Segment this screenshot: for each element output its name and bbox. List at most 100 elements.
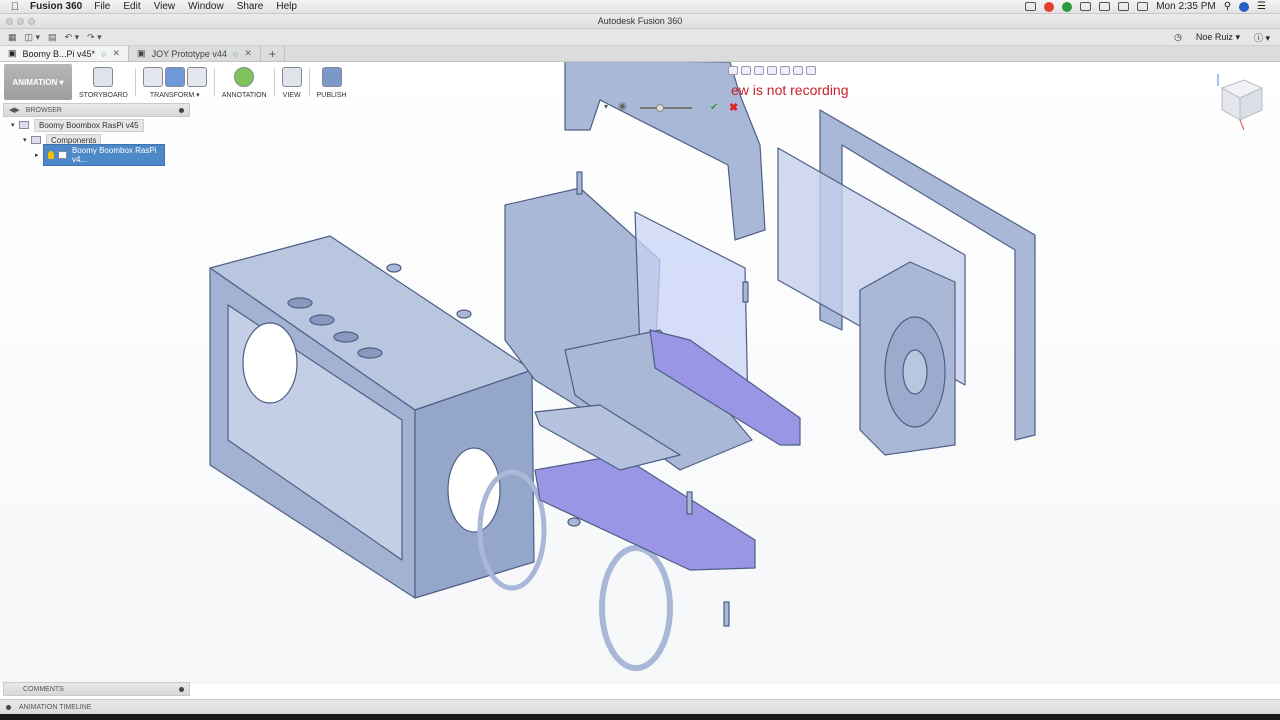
viewport-canvas[interactable] bbox=[0, 62, 1280, 684]
slider-knob[interactable] bbox=[656, 104, 664, 112]
battery-icon[interactable] bbox=[1137, 2, 1149, 11]
tree-root-node[interactable]: ▾ Boomy Boombox RasPi v45 bbox=[3, 118, 190, 132]
close-tab-icon[interactable]: ✕ bbox=[113, 48, 121, 59]
screen-record-icon[interactable] bbox=[1025, 2, 1037, 11]
display-settings-icon[interactable] bbox=[793, 66, 803, 75]
window-title: Autodesk Fusion 360 bbox=[597, 16, 683, 26]
enclosure-hole-side bbox=[447, 447, 501, 533]
notification-center-icon[interactable]: ☰ bbox=[1257, 1, 1266, 12]
assembly-icon bbox=[19, 121, 29, 129]
orbit-icon[interactable] bbox=[728, 66, 738, 75]
menu-window[interactable]: Window bbox=[188, 1, 224, 12]
apple-icon[interactable]:  bbox=[0, 1, 30, 13]
doc-icon: ▣ bbox=[137, 48, 146, 58]
help-icon[interactable]: ⓘ ▾ bbox=[1254, 31, 1270, 44]
close-tab-icon[interactable]: ✕ bbox=[244, 48, 252, 59]
browser-title: BROWSER bbox=[25, 106, 62, 114]
transform-button[interactable]: TRANSFORM ▾ bbox=[138, 64, 212, 100]
publish-label: PUBLISH bbox=[316, 92, 347, 99]
sync-icon: ○ bbox=[232, 48, 239, 59]
view-recording-control: ▾ ◉ ✔ ✖ bbox=[600, 101, 745, 115]
menubar-clock[interactable]: Mon 2:35 PM bbox=[1156, 1, 1215, 12]
comments-title: COMMENTS bbox=[23, 685, 64, 693]
tree-selected-node[interactable]: ▸ Boomy Boombox RasPi v4... bbox=[3, 144, 190, 166]
storyboard-label: STORYBOARD bbox=[79, 92, 128, 99]
comments-panel: COMMENTS bbox=[3, 682, 190, 696]
doc-tab-label: JOY Prototype v44 bbox=[151, 48, 227, 59]
spotlight-icon[interactable]: ⚲ bbox=[1224, 1, 1231, 12]
pan-icon[interactable] bbox=[754, 66, 764, 75]
menu-share[interactable]: Share bbox=[237, 1, 264, 12]
enclosure-slot-4 bbox=[357, 347, 383, 359]
visibility-bulb-icon[interactable] bbox=[48, 151, 55, 159]
exploded-assembly-model[interactable] bbox=[0, 62, 1280, 684]
storyboard-button[interactable]: STORYBOARD bbox=[74, 64, 133, 100]
sync-icon: ○ bbox=[101, 48, 107, 59]
dropdown-arrow-icon[interactable]: ▾ bbox=[604, 102, 608, 111]
dropbox-icon[interactable] bbox=[1062, 1, 1073, 12]
cancel-x-icon[interactable]: ✖ bbox=[729, 101, 738, 114]
expand-triangle-icon[interactable]: ▸ bbox=[35, 151, 43, 159]
collapse-panel-icon[interactable]: ◀▶ bbox=[9, 106, 20, 114]
camera-icon[interactable]: ◉ bbox=[618, 101, 627, 112]
browser-header[interactable]: ◀▶ BROWSER bbox=[3, 103, 190, 117]
view-cube[interactable] bbox=[1214, 72, 1266, 132]
doc-tab-label: Boomy B...Pi v45* bbox=[22, 48, 96, 59]
menu-file[interactable]: File bbox=[94, 1, 110, 12]
file-menu-icon[interactable]: ◫ ▾ bbox=[25, 32, 41, 43]
workspace-label: ANIMATION bbox=[12, 77, 58, 87]
menu-view[interactable]: View bbox=[154, 1, 176, 12]
folder-icon bbox=[31, 136, 41, 144]
save-icon[interactable]: ▤ bbox=[48, 32, 57, 43]
plus-icon: + bbox=[268, 46, 276, 61]
doc-tab-joy[interactable]: ▣ JOY Prototype v44 ○ ✕ bbox=[129, 46, 261, 61]
data-panel-grid-icon[interactable]: ▦ bbox=[8, 32, 17, 43]
publish-button[interactable]: PUBLISH bbox=[312, 64, 352, 100]
undo-icon[interactable]: ↶ ▾ bbox=[65, 32, 80, 43]
expand-triangle-icon[interactable]: ▾ bbox=[11, 121, 19, 129]
toolbar-divider bbox=[134, 68, 136, 96]
publish-video-icon bbox=[321, 67, 342, 87]
menu-help[interactable]: Help bbox=[276, 1, 297, 12]
look-at-icon[interactable] bbox=[741, 66, 751, 75]
view-label: VIEW bbox=[282, 92, 301, 99]
zoom-icon[interactable] bbox=[767, 66, 777, 75]
pin-icon[interactable] bbox=[179, 686, 184, 692]
slider-track[interactable] bbox=[640, 107, 692, 109]
annotation-button[interactable]: ANNOTATION bbox=[217, 64, 272, 100]
annotation-label: ANNOTATION bbox=[221, 92, 267, 99]
wifi-icon[interactable] bbox=[1099, 2, 1111, 11]
fit-icon[interactable] bbox=[780, 66, 790, 75]
navigation-toolbar bbox=[728, 64, 816, 77]
recording-status-message: ew is not recording bbox=[731, 82, 849, 98]
time-machine-icon[interactable] bbox=[1080, 2, 1092, 11]
window-controls[interactable] bbox=[6, 18, 35, 25]
nut-3 bbox=[567, 517, 581, 527]
airplay-icon[interactable] bbox=[1118, 2, 1130, 11]
user-account-menu[interactable]: Noe Ruiz ▾ bbox=[1196, 32, 1240, 43]
toolbar-divider bbox=[273, 68, 275, 96]
timeline-pin-icon[interactable] bbox=[6, 704, 11, 710]
siri-icon[interactable] bbox=[1239, 1, 1250, 12]
expand-triangle-icon[interactable]: ▾ bbox=[23, 136, 31, 144]
job-status-icon[interactable]: ◷ bbox=[1174, 32, 1182, 43]
component-icon bbox=[58, 151, 67, 159]
redo-icon[interactable]: ↷ ▾ bbox=[87, 32, 102, 43]
new-tab-button[interactable]: + bbox=[261, 46, 285, 61]
doc-tab-boomy[interactable]: ▣ Boomy B...Pi v45* ○ ✕ bbox=[0, 46, 130, 61]
ok-check-icon[interactable]: ✔ bbox=[710, 102, 718, 113]
creative-cloud-icon[interactable] bbox=[1044, 1, 1055, 12]
mac-menubar:  Fusion 360 File Edit View Window Share… bbox=[0, 0, 1280, 14]
menu-app-name[interactable]: Fusion 360 bbox=[30, 1, 82, 12]
speaker-ring-right[interactable] bbox=[599, 545, 673, 671]
pin-icon[interactable] bbox=[179, 107, 184, 113]
menu-edit[interactable]: Edit bbox=[123, 1, 140, 12]
comments-header[interactable]: COMMENTS bbox=[3, 682, 190, 696]
timeline-title: ANIMATION TIMELINE bbox=[19, 703, 92, 711]
window-titlebar: Autodesk Fusion 360 bbox=[0, 14, 1280, 29]
view-button[interactable]: VIEW bbox=[277, 64, 307, 100]
animation-timeline-bar[interactable]: ANIMATION TIMELINE bbox=[0, 699, 1280, 714]
browser-panel: ◀▶ BROWSER ▾ Boomy Boombox RasPi v45 ▾ C… bbox=[3, 103, 190, 166]
workspace-switcher[interactable]: ANIMATION ▾ bbox=[4, 64, 72, 100]
grid-settings-icon[interactable] bbox=[806, 66, 816, 75]
